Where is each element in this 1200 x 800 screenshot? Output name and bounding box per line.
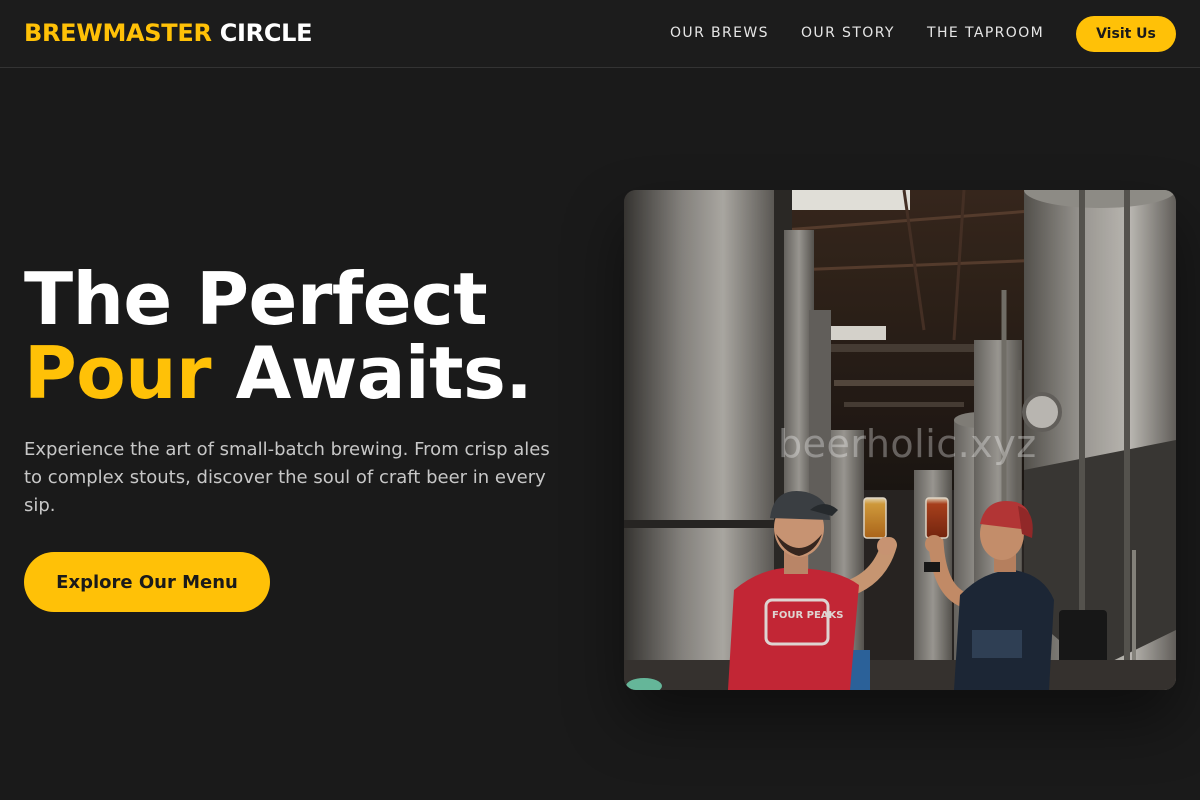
top-navbar: BREWMASTER CIRCLE OUR BREWS OUR STORY TH… xyxy=(0,0,1200,68)
hero-subtitle: Experience the art of small-batch brewin… xyxy=(24,439,550,516)
brand-main-word: CIRCLE xyxy=(219,19,313,47)
nav-link-our-brews[interactable]: OUR BREWS xyxy=(670,24,769,42)
nav-link-the-taproom[interactable]: THE TAPROOM xyxy=(927,24,1044,42)
brand-accent-word: BREWMASTER xyxy=(24,19,212,47)
hero-title-line1: The Perfect xyxy=(24,257,488,341)
brand-logo[interactable]: BREWMASTER CIRCLE xyxy=(24,18,313,48)
hero-title-accent: Pour xyxy=(24,331,212,415)
explore-menu-button[interactable]: Explore Our Menu xyxy=(24,552,270,612)
image-watermark: beerholic.xyz xyxy=(778,422,1037,466)
hero-brewery-photo: FOUR PEAKS xyxy=(624,190,1176,690)
hero-title: The Perfect Pour Awaits. xyxy=(24,262,533,410)
hero-title-rest: Awaits. xyxy=(235,331,533,415)
nav-link-our-story[interactable]: OUR STORY xyxy=(801,24,895,42)
visit-us-button[interactable]: Visit Us xyxy=(1076,16,1176,52)
